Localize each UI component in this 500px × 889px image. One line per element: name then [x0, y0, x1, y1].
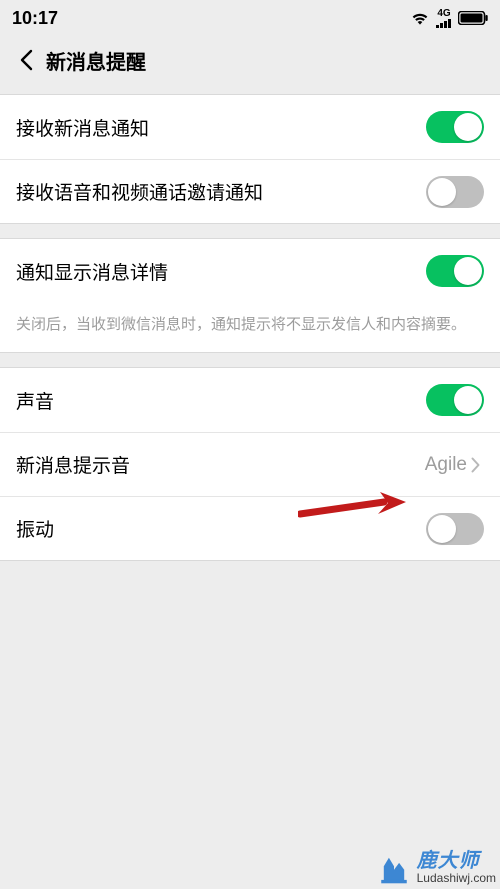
row-sound[interactable]: 声音 — [0, 368, 500, 432]
row-label: 振动 — [16, 515, 54, 542]
back-button[interactable] — [8, 42, 44, 78]
toggle-sound[interactable] — [426, 384, 484, 416]
row-label: 接收语音和视频通话邀请通知 — [16, 178, 263, 205]
row-show-message-detail[interactable]: 通知显示消息详情 — [0, 239, 500, 303]
chevron-left-icon — [19, 49, 33, 71]
settings-group-1: 接收新消息通知 接收语音和视频通话邀请通知 — [0, 95, 500, 223]
row-receive-voice-video-invite[interactable]: 接收语音和视频通话邀请通知 — [0, 159, 500, 223]
nav-bar: 新消息提醒 — [0, 36, 500, 84]
row-vibrate[interactable]: 振动 — [0, 496, 500, 560]
status-time: 10:17 — [12, 8, 58, 29]
row-label: 声音 — [16, 387, 54, 414]
battery-icon — [458, 11, 488, 25]
toggle-vibrate[interactable] — [426, 513, 484, 545]
toggle-receive-voice-video-invite[interactable] — [426, 176, 484, 208]
watermark-url: Ludashiwj.com — [417, 872, 496, 885]
page-title: 新消息提醒 — [46, 46, 146, 75]
toggle-receive-new-messages[interactable] — [426, 111, 484, 143]
watermark-brand: 鹿大师 — [417, 851, 480, 872]
wifi-icon — [410, 10, 430, 26]
settings-group-2: 通知显示消息详情 关闭后，当收到微信消息时，通知提示将不显示发信人和内容摘要。 — [0, 239, 500, 352]
group-description: 关闭后，当收到微信消息时，通知提示将不显示发信人和内容摘要。 — [0, 303, 500, 352]
row-label: 新消息提示音 — [16, 451, 130, 478]
row-label: 通知显示消息详情 — [16, 258, 168, 285]
row-new-message-tone[interactable]: 新消息提示音 Agile — [0, 432, 500, 496]
row-value: Agile — [425, 454, 480, 476]
row-receive-new-messages[interactable]: 接收新消息通知 — [0, 95, 500, 159]
status-icons: 4G — [410, 9, 488, 28]
watermark: 鹿大师 Ludashiwj.com — [377, 851, 496, 885]
status-bar: 10:17 4G — [0, 0, 500, 36]
toggle-show-message-detail[interactable] — [426, 255, 484, 287]
row-label: 接收新消息通知 — [16, 114, 149, 141]
chevron-right-icon — [471, 457, 480, 473]
watermark-logo-icon — [377, 851, 411, 885]
settings-group-3: 声音 新消息提示音 Agile 振动 — [0, 368, 500, 560]
cellular-indicator: 4G — [436, 9, 452, 28]
